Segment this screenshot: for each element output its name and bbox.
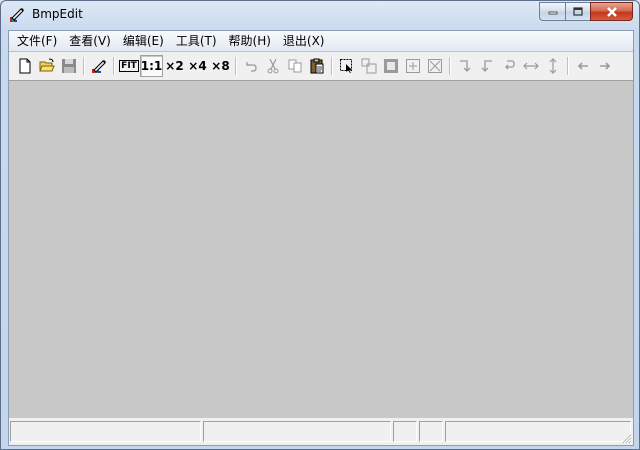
menu-tools[interactable]: 工具(T) xyxy=(170,32,223,50)
resize-grip-icon[interactable] xyxy=(620,432,632,444)
window-title: BmpEdit xyxy=(32,7,83,21)
save-disk-icon xyxy=(62,59,76,73)
menu-view[interactable]: 查看(V) xyxy=(63,32,117,50)
undo-button[interactable] xyxy=(240,55,262,77)
new-file-icon xyxy=(19,58,31,74)
status-panel-1 xyxy=(10,421,201,442)
toolbar-separator xyxy=(564,55,572,77)
zoom-fit-button[interactable]: FIT xyxy=(118,55,140,77)
title-bar[interactable]: BmpEdit xyxy=(1,1,639,29)
center-icon xyxy=(406,59,420,73)
menu-help[interactable]: 帮助(H) xyxy=(223,32,277,50)
crop-icon xyxy=(428,59,442,73)
rotate-left-icon xyxy=(481,60,492,72)
arrow-right-icon xyxy=(600,62,611,70)
toolbar-separator xyxy=(328,55,336,77)
status-panel-3 xyxy=(393,421,417,442)
arrow-left-icon xyxy=(577,62,588,70)
previous-button[interactable] xyxy=(572,55,594,77)
toolbar-separator xyxy=(80,55,88,77)
flip-vertical-icon xyxy=(549,58,557,74)
resize-icon xyxy=(361,58,377,74)
minimize-button[interactable] xyxy=(539,2,565,21)
close-button[interactable] xyxy=(590,2,633,21)
image-canvas[interactable] xyxy=(9,81,633,418)
undo-icon xyxy=(246,62,257,72)
next-button[interactable] xyxy=(594,55,616,77)
status-panel-4 xyxy=(419,421,443,442)
copy-icon xyxy=(288,59,302,73)
flip-vertical-button[interactable] xyxy=(542,55,564,77)
pencil-colors-icon xyxy=(92,60,106,73)
new-file-button[interactable] xyxy=(14,55,36,77)
cut-button[interactable] xyxy=(262,55,284,77)
pencil-app-icon xyxy=(9,7,25,23)
caption-buttons xyxy=(539,2,633,21)
rotate-left-button[interactable] xyxy=(476,55,498,77)
toolbar-separator xyxy=(232,55,240,77)
open-folder-icon xyxy=(39,58,55,72)
rotate-180-button[interactable] xyxy=(498,55,520,77)
app-window: BmpEdit 文件(F) 查看(V) 编辑(E) 工具(T) 帮助(H) 退出… xyxy=(0,0,640,450)
zoom-x8-button[interactable]: ×8 xyxy=(209,55,232,77)
status-panel-5 xyxy=(445,421,631,442)
rotate-180-icon xyxy=(505,60,515,70)
zoom-x2-button[interactable]: ×2 xyxy=(163,55,186,77)
maximize-icon xyxy=(573,7,583,16)
menu-file[interactable]: 文件(F) xyxy=(11,32,63,50)
client-area: 文件(F) 查看(V) 编辑(E) 工具(T) 帮助(H) 退出(X) FIT … xyxy=(8,30,634,446)
menu-bar: 文件(F) 查看(V) 编辑(E) 工具(T) 帮助(H) 退出(X) xyxy=(9,31,633,52)
open-file-button[interactable] xyxy=(36,55,58,77)
rotate-right-icon xyxy=(460,60,471,72)
rotate-right-button[interactable] xyxy=(454,55,476,77)
paste-button[interactable] xyxy=(306,55,328,77)
paste-clipboard-icon xyxy=(310,58,324,74)
toolbar-separator xyxy=(446,55,454,77)
frame-icon xyxy=(384,59,398,73)
scissors-icon xyxy=(267,58,279,74)
menu-edit[interactable]: 编辑(E) xyxy=(117,32,170,50)
save-button[interactable] xyxy=(58,55,80,77)
flip-horizontal-icon xyxy=(523,62,539,70)
toolbar: FIT 1:1 ×2 ×4 ×8 xyxy=(9,52,633,81)
selection-icon xyxy=(340,59,352,73)
status-bar xyxy=(9,419,633,445)
resize-button[interactable] xyxy=(358,55,380,77)
border-button[interactable] xyxy=(380,55,402,77)
minimize-icon xyxy=(548,11,557,14)
menu-exit[interactable]: 退出(X) xyxy=(277,32,331,50)
center-button[interactable] xyxy=(402,55,424,77)
zoom-x4-button[interactable]: ×4 xyxy=(186,55,209,77)
copy-button[interactable] xyxy=(284,55,306,77)
close-icon xyxy=(606,6,617,17)
zoom-fit-label: FIT xyxy=(119,60,139,72)
draw-button[interactable] xyxy=(88,55,110,77)
crop-button[interactable] xyxy=(424,55,446,77)
flip-horizontal-button[interactable] xyxy=(520,55,542,77)
maximize-button[interactable] xyxy=(565,2,590,21)
status-panel-2 xyxy=(203,421,391,442)
select-button[interactable] xyxy=(336,55,358,77)
toolbar-separator xyxy=(110,55,118,77)
zoom-1-1-button[interactable]: 1:1 xyxy=(140,55,163,77)
